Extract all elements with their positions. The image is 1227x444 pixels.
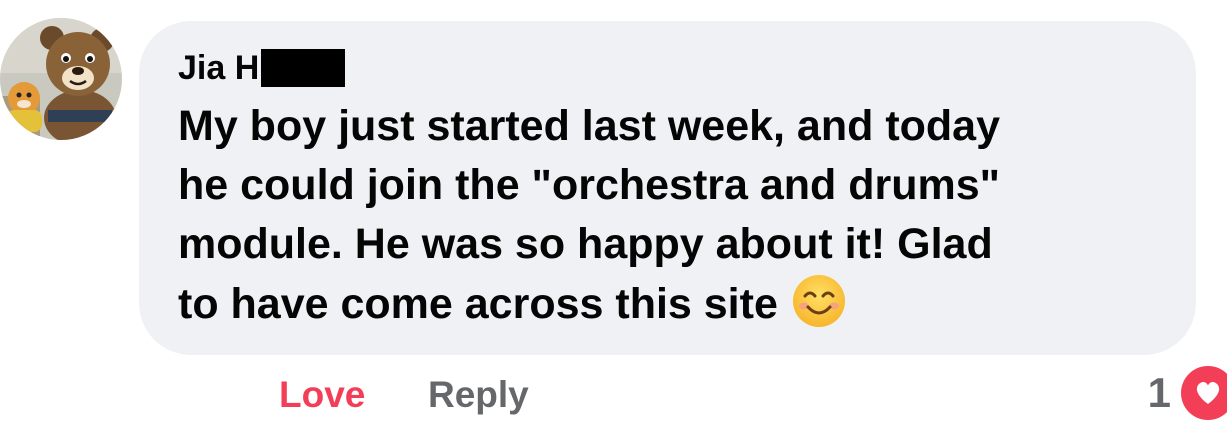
comment-text: My boy just started last week, and today… (178, 97, 1178, 344)
comment-line: to have come across this site (178, 280, 778, 328)
comment-line-last: to have come across this site (178, 274, 1178, 344)
smiling-face-emoji-icon (792, 274, 846, 344)
author-name[interactable]: Jia H (178, 49, 259, 88)
love-reaction-button[interactable]: Love (279, 370, 365, 420)
comment-author[interactable]: Jia H (178, 48, 346, 88)
comment-line: he could join the "orchestra and drums" (178, 161, 1001, 209)
reaction-summary[interactable]: 1 (1148, 364, 1227, 422)
avatar-bear-image (0, 18, 122, 140)
reply-button[interactable]: Reply (428, 370, 529, 420)
redaction-bar (261, 49, 346, 87)
love-heart-icon (1179, 364, 1227, 422)
comment-line: module. He was so happy about it! Glad (178, 220, 993, 268)
reaction-count: 1 (1147, 369, 1171, 416)
avatar[interactable] (0, 18, 122, 140)
comment-line: My boy just started last week, and today (178, 102, 1000, 150)
